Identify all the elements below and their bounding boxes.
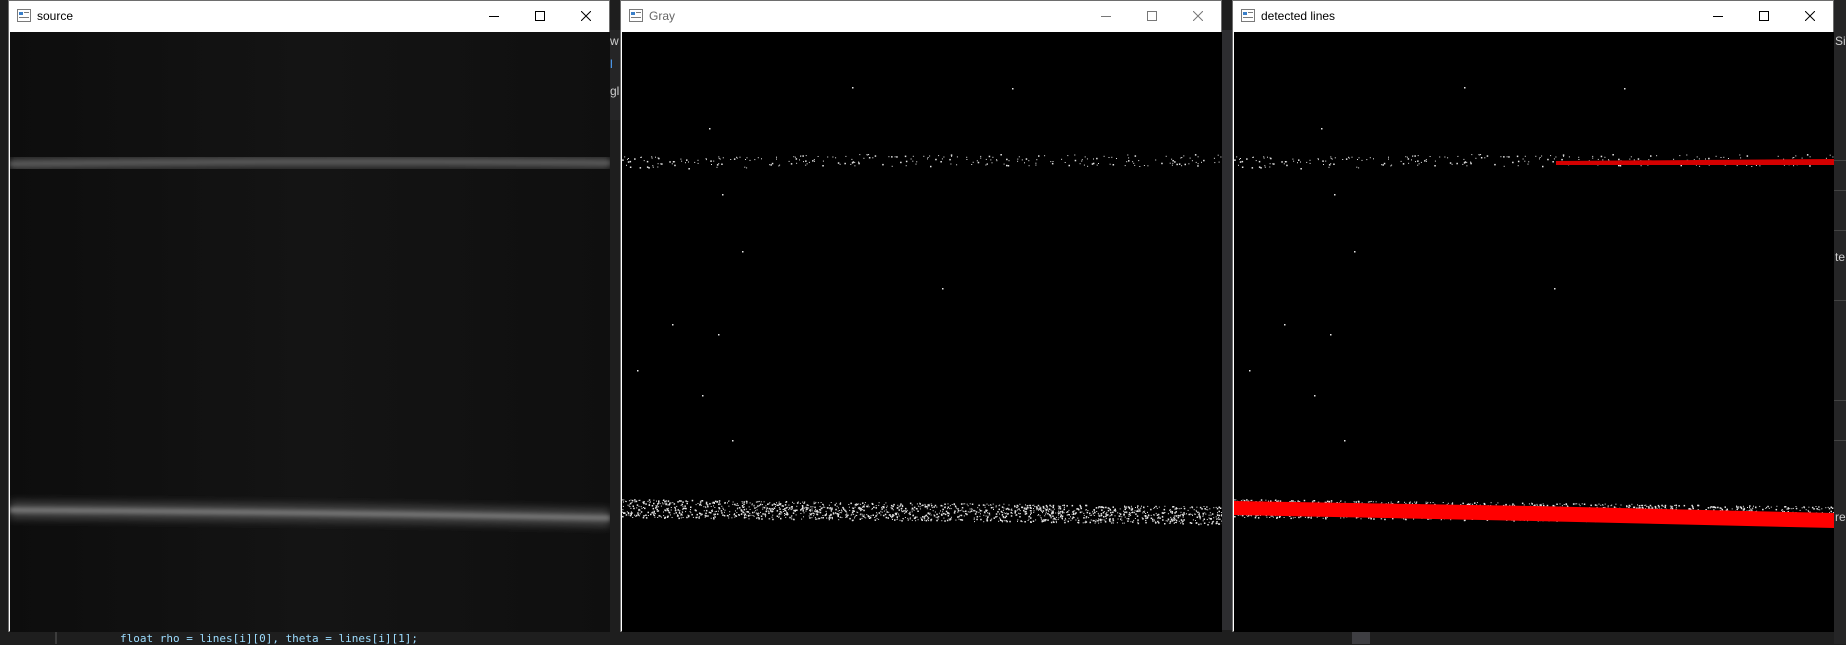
minimize-icon (489, 11, 499, 21)
source-image (10, 32, 610, 632)
minimize-button[interactable] (1695, 1, 1741, 31)
close-button[interactable] (1175, 1, 1221, 31)
maximize-button[interactable] (1129, 1, 1175, 31)
strip-text: l (610, 57, 613, 71)
maximize-icon (535, 11, 545, 21)
title-bar[interactable]: source (9, 1, 609, 31)
background-code-line: float rho = lines[i][0], theta = lines[i… (120, 632, 418, 645)
maximize-button[interactable] (1741, 1, 1787, 31)
maximize-icon (1147, 11, 1157, 21)
gray-edge-image (622, 32, 1222, 632)
window-app-icon (1241, 9, 1255, 22)
title-bar[interactable]: detected lines (1233, 1, 1833, 31)
minimize-button[interactable] (1083, 1, 1129, 31)
strip-text: re (1835, 510, 1846, 524)
background-strip-right: Si te re (1834, 0, 1846, 644)
detected-line-upper (1556, 159, 1834, 165)
background-strip-left: w l gl (610, 30, 620, 120)
close-button[interactable] (1787, 1, 1833, 31)
strip-text: gl (610, 84, 619, 98)
maximize-button[interactable] (517, 1, 563, 31)
editor-gutter (55, 630, 57, 644)
maximize-icon (1759, 11, 1769, 21)
close-icon (1805, 11, 1815, 21)
close-icon (581, 11, 591, 21)
detected-lines-window: detected lines (1232, 0, 1834, 632)
gray-window: Gray (620, 0, 1222, 632)
background-strip-middle (1222, 30, 1232, 630)
close-icon (1193, 11, 1203, 21)
window-title: Gray (649, 9, 675, 23)
detected-lines-image (1234, 32, 1834, 632)
strip-text: w (610, 34, 619, 48)
close-button[interactable] (563, 1, 609, 31)
editor-scrollbar-thumb[interactable] (1352, 630, 1370, 644)
strip-text: te (1835, 250, 1845, 264)
window-app-icon (17, 9, 31, 22)
strip-text: Si (1835, 34, 1846, 48)
minimize-button[interactable] (471, 1, 517, 31)
window-title: source (37, 9, 73, 23)
window-app-icon (629, 9, 643, 22)
title-bar[interactable]: Gray (621, 1, 1221, 31)
window-title: detected lines (1261, 9, 1335, 23)
minimize-icon (1101, 11, 1111, 21)
minimize-icon (1713, 11, 1723, 21)
detected-line-lower (1234, 501, 1834, 528)
source-window: source (8, 0, 610, 632)
